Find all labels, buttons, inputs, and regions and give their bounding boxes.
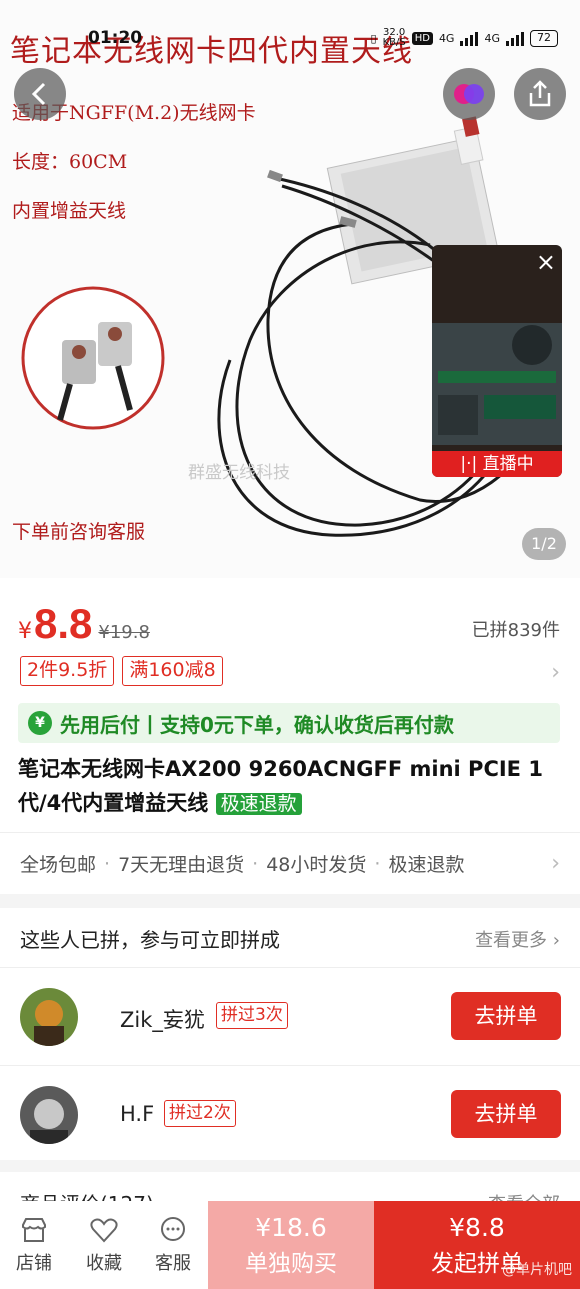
share-button[interactable] <box>514 68 566 120</box>
status-bar: 01:20 ▯ 32.0 KB/S HD 4G 4G 72 <box>0 0 580 48</box>
promo-tag-discount[interactable]: 2件9.5折 <box>20 656 115 686</box>
original-price: ¥19.8 <box>98 622 150 643</box>
store-button[interactable]: 店铺 <box>4 1215 64 1275</box>
customer-service-button[interactable]: 客服 <box>143 1215 203 1275</box>
app-logo-icon <box>454 84 484 104</box>
promo-tags[interactable]: 2件9.5折 满160减8 <box>20 656 223 686</box>
favorite-button[interactable]: 收藏 <box>74 1215 134 1275</box>
start-group-buy-button[interactable]: ¥8.8 发起拼单 @单片机吧 <box>374 1201 580 1289</box>
back-button[interactable] <box>14 68 66 120</box>
forum-watermark: @单片机吧 <box>502 1262 572 1278</box>
fast-refund-badge: 极速退款 <box>215 793 302 815</box>
service-free-shipping: 全场包邮 <box>20 854 97 876</box>
chat-icon <box>143 1215 203 1249</box>
solo-label: 单独购买 <box>245 1251 337 1277</box>
live-preview <box>432 323 562 445</box>
group-buy-row: H.F 拼过2次 去拼单 <box>0 1065 580 1161</box>
battery-icon: 72 <box>530 29 558 47</box>
live-badge: |·| 直播中 <box>432 451 562 477</box>
user-name: H.F <box>120 1102 155 1126</box>
join-count-badge: 拼过3次 <box>216 1002 288 1029</box>
ad-line-consult: 下单前咨询客服 <box>12 521 146 543</box>
chevron-right-icon[interactable]: › <box>551 660 560 685</box>
product-image-carousel[interactable]: 笔记本无线网卡四代内置天线 适用于NGFF(M.2)无线网卡 长度：60CM 内… <box>0 0 580 578</box>
price-row: ¥ 8.8 ¥19.8 <box>18 600 150 648</box>
live-label: 直播中 <box>482 454 534 474</box>
group-buy-heading: 这些人已拼，参与可立即拼成 <box>20 928 280 952</box>
group-buy-more-label: 查看更多 <box>475 930 548 951</box>
service-7day-return: 7天无理由退货 <box>118 854 245 876</box>
network-speed: 32.0 KB/S <box>383 28 406 48</box>
bottom-action-bar: 店铺 收藏 客服 ¥18.6 单独购买 ¥8.8 发起拼单 @单片机吧 <box>0 1201 580 1289</box>
user-avatar-image <box>20 1086 78 1144</box>
product-info-card: ¥ 8.8 ¥19.8 已拼839件 2件9.5折 满160减8 › ¥ 先用后… <box>0 578 580 894</box>
group-price: 8.8 <box>34 600 93 647</box>
group-buy-section: 这些人已拼，参与可立即拼成 查看更多 › Zik_妄犹 拼过3次 去拼单 H.F… <box>0 908 580 1160</box>
customer-service-label: 客服 <box>155 1253 191 1274</box>
pay-later-text: 先用后付丨支持0元下单，确认收货后再付款 <box>60 712 454 737</box>
laptop-screen-image <box>432 323 562 445</box>
avatar <box>20 1086 78 1144</box>
separator-dot: · <box>104 852 111 875</box>
favorite-label: 收藏 <box>86 1253 122 1274</box>
pay-later-banner[interactable]: ¥ 先用后付丨支持0元下单，确认收货后再付款 <box>18 703 560 743</box>
signal-icon-1 <box>460 30 479 46</box>
group-buy-more-link[interactable]: 查看更多 › <box>475 926 560 952</box>
service-48h-ship: 48小时发货 <box>266 854 367 876</box>
chevron-right-icon[interactable]: › <box>551 851 560 876</box>
pay-later-icon: ¥ <box>28 711 52 735</box>
heart-icon <box>74 1215 134 1249</box>
app-switch-button[interactable] <box>443 68 495 120</box>
promo-tag-coupon[interactable]: 满160减8 <box>122 656 223 686</box>
store-icon <box>4 1215 64 1249</box>
group-buy-row: Zik_妄犹 拼过3次 去拼单 <box>0 968 580 1064</box>
avatar <box>20 988 78 1046</box>
share-icon <box>529 80 551 107</box>
close-icon[interactable]: × <box>536 249 556 275</box>
product-title: 笔记本无线网卡AX200 9260ACNGFF mini PCIE 1代/4代内… <box>18 752 566 821</box>
separator-dot: · <box>374 852 381 875</box>
hd-badge: HD <box>411 31 433 45</box>
image-page-indicator: 1/2 <box>522 528 566 560</box>
ad-line-length: 长度：60CM <box>12 151 128 173</box>
vibrate-icon: ▯ <box>370 31 377 45</box>
user-name: Zik_妄犹 <box>120 1008 205 1032</box>
service-fast-refund: 极速退款 <box>388 854 465 876</box>
signal-label-1: 4G <box>438 31 455 45</box>
join-group-button[interactable]: 去拼单 <box>451 1090 561 1138</box>
live-stream-window[interactable]: × |·| 直播中 <box>432 245 562 477</box>
user-avatar-image <box>20 988 78 1046</box>
ad-line-gain: 内置增益天线 <box>12 200 127 222</box>
join-count-badge: 拼过2次 <box>164 1100 236 1127</box>
separator-dot: · <box>252 852 259 875</box>
network-speed-unit: KB/S <box>382 37 406 48</box>
chevron-left-icon <box>31 82 46 106</box>
chevron-right-icon: › <box>552 930 560 951</box>
solo-price: ¥18.6 <box>255 1213 327 1242</box>
service-guarantees[interactable]: 全场包邮 · 7天无理由退货 · 48小时发货 · 极速退款 <box>0 832 580 894</box>
image-watermark: 群盛无线科技 <box>188 463 290 483</box>
status-time: 01:20 <box>88 28 143 48</box>
join-group-button[interactable]: 去拼单 <box>451 992 561 1040</box>
signal-label-2: 4G <box>484 31 500 45</box>
live-icon: |·| <box>460 454 478 474</box>
buy-alone-button[interactable]: ¥18.6 单独购买 <box>208 1201 374 1289</box>
signal-icon-2 <box>506 30 524 46</box>
group-price-button: ¥8.8 <box>449 1213 505 1242</box>
store-label: 店铺 <box>16 1253 52 1274</box>
currency-symbol: ¥ <box>18 619 32 644</box>
sold-count: 已拼839件 <box>471 620 560 641</box>
